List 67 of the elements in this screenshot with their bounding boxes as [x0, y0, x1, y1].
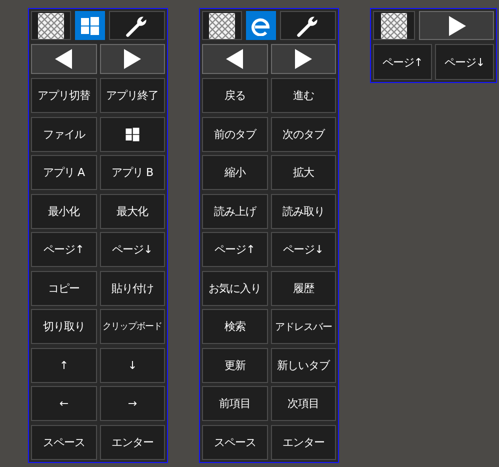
key-button[interactable]: ページ↑: [31, 232, 96, 267]
key-button[interactable]: ↑: [31, 348, 96, 382]
key-button[interactable]: アドレスバー: [270, 309, 336, 344]
key-button[interactable]: 次項目: [270, 386, 336, 421]
pattern-icon: [38, 12, 64, 38]
key-button[interactable]: 最大化: [100, 194, 165, 228]
previous-button[interactable]: [202, 44, 268, 74]
key-button[interactable]: 次のタブ: [270, 116, 336, 152]
next-button[interactable]: [419, 11, 494, 40]
wrench-tab[interactable]: [280, 11, 336, 40]
previous-button[interactable]: [31, 44, 96, 74]
pattern-tab[interactable]: [202, 11, 242, 40]
key-button[interactable]: スペース: [202, 424, 268, 460]
right-triangle-icon: [293, 48, 314, 70]
key-button[interactable]: ページ↑: [202, 232, 268, 267]
left-triangle-icon: [224, 48, 245, 70]
key-button[interactable]: 読み上げ: [202, 194, 268, 228]
key-button[interactable]: ページ↑: [373, 44, 432, 80]
pattern-tab[interactable]: [31, 11, 71, 40]
windows-tab[interactable]: [75, 11, 105, 40]
key-button[interactable]: ページ↓: [270, 232, 336, 267]
right-triangle-icon: [446, 14, 466, 36]
key-button[interactable]: エンター: [100, 424, 165, 460]
pattern-icon: [381, 12, 407, 38]
windows-icon: [124, 126, 140, 142]
key-button[interactable]: 前のタブ: [202, 116, 268, 152]
key-button[interactable]: お気に入り: [202, 270, 268, 306]
key-button[interactable]: ↓: [100, 348, 165, 382]
key-button[interactable]: 貼り付け: [100, 270, 165, 306]
right-triangle-icon: [122, 48, 142, 70]
key-button[interactable]: ←: [31, 386, 96, 421]
key-button[interactable]: 戻る: [202, 78, 268, 113]
key-button[interactable]: 検索: [202, 309, 268, 344]
wrench-icon: [296, 14, 320, 38]
key-button[interactable]: 切り取り: [31, 309, 96, 344]
next-button[interactable]: [100, 44, 165, 74]
key-button[interactable]: アプリ B: [100, 155, 165, 190]
windows-icon: [80, 16, 100, 36]
key-button[interactable]: ファイル: [31, 116, 96, 152]
key-button[interactable]: 前項目: [202, 386, 268, 421]
browser-icon: [251, 16, 271, 36]
key-button[interactable]: 読み取り: [270, 194, 336, 228]
next-button[interactable]: [270, 44, 336, 74]
key-button[interactable]: 更新: [202, 348, 268, 382]
windows-key-button[interactable]: [100, 116, 165, 152]
key-button[interactable]: ページ↓: [100, 232, 165, 267]
pattern-icon: [209, 12, 235, 38]
wrench-tab[interactable]: [109, 11, 165, 40]
edge-tab[interactable]: [246, 11, 276, 40]
key-button[interactable]: クリップボード: [100, 309, 165, 344]
key-button[interactable]: アプリ終了: [100, 78, 165, 113]
key-button[interactable]: 拡大: [270, 155, 336, 190]
key-button[interactable]: 最小化: [31, 194, 96, 228]
key-button[interactable]: 縮小: [202, 155, 268, 190]
left-triangle-icon: [54, 48, 74, 70]
key-button[interactable]: スペース: [31, 424, 96, 460]
key-button[interactable]: ページ↓: [435, 44, 494, 80]
pattern-tab[interactable]: [373, 11, 415, 40]
key-button[interactable]: →: [100, 386, 165, 421]
key-button[interactable]: エンター: [270, 424, 336, 460]
key-button[interactable]: アプリ A: [31, 155, 96, 190]
key-button[interactable]: 履歴: [270, 270, 336, 306]
key-button[interactable]: 新しいタブ: [270, 348, 336, 382]
wrench-icon: [125, 14, 149, 38]
key-button[interactable]: アプリ切替: [31, 78, 96, 113]
key-button[interactable]: コピー: [31, 270, 96, 306]
key-button[interactable]: 進む: [270, 78, 336, 113]
